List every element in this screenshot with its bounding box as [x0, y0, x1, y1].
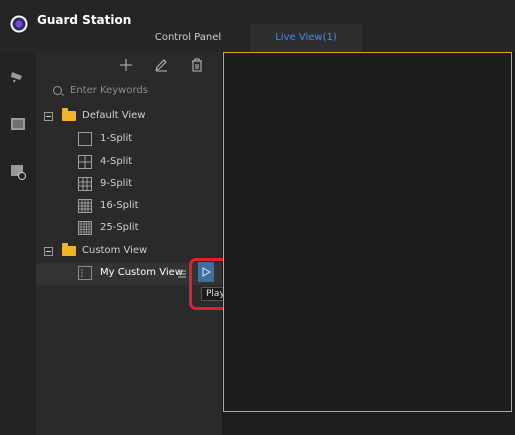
trash-icon[interactable] — [190, 58, 204, 72]
more-options-icon[interactable] — [177, 269, 187, 279]
tree-item-label: 16-Split — [100, 200, 139, 211]
tree-item-4-split[interactable]: 4-Split — [36, 152, 222, 174]
split-1-icon — [78, 132, 92, 146]
tree-item-9-split[interactable]: 9-Split — [36, 174, 222, 196]
tree-group-label: Custom View — [82, 245, 148, 256]
layout-icon[interactable] — [10, 116, 26, 132]
split-25-icon — [78, 221, 92, 235]
search-input[interactable]: Enter Keywords — [36, 82, 222, 102]
tree-item-25-split[interactable]: 25-Split — [36, 218, 222, 240]
tree-item-label: 9-Split — [100, 178, 133, 189]
title-bar: Guard Station Control Panel Live View(1) — [0, 0, 515, 52]
pencil-icon[interactable] — [154, 58, 168, 72]
view-tree-panel: Enter Keywords Default View 1-Split 4-Sp… — [36, 52, 222, 435]
plus-icon[interactable] — [119, 58, 133, 72]
app-logo-icon — [9, 14, 29, 34]
tree-item-1-split[interactable]: 1-Split — [36, 129, 222, 151]
tree-item-label: My Custom View — [100, 267, 183, 278]
folder-icon — [62, 243, 76, 256]
split-4-icon — [78, 155, 92, 169]
search-placeholder: Enter Keywords — [70, 85, 148, 96]
bottom-bar — [223, 412, 515, 435]
custom-view-icon — [78, 266, 92, 280]
tab-live-view[interactable]: Live View(1) — [250, 24, 362, 52]
tree-item-label: 1-Split — [100, 133, 133, 144]
collapse-toggle-icon[interactable] — [44, 112, 53, 121]
live-view-area — [223, 52, 515, 412]
split-9-icon — [78, 177, 92, 191]
tab-control-panel[interactable]: Control Panel — [140, 24, 236, 52]
folder-icon — [62, 108, 76, 121]
tree-group-default-view[interactable]: Default View — [36, 106, 222, 128]
tree-group-label: Default View — [82, 110, 146, 121]
camera-icon[interactable] — [10, 68, 26, 84]
tree-item-label: 25-Split — [100, 222, 139, 233]
tree-item-label: 4-Split — [100, 156, 133, 167]
tree-item-16-split[interactable]: 16-Split — [36, 196, 222, 218]
split-16-icon — [78, 199, 92, 213]
collapse-toggle-icon[interactable] — [44, 247, 53, 256]
search-icon — [53, 86, 62, 95]
app-title: Guard Station — [37, 13, 132, 27]
playback-icon[interactable] — [10, 164, 26, 180]
left-icon-rail — [0, 52, 36, 435]
video-window[interactable] — [223, 52, 512, 412]
